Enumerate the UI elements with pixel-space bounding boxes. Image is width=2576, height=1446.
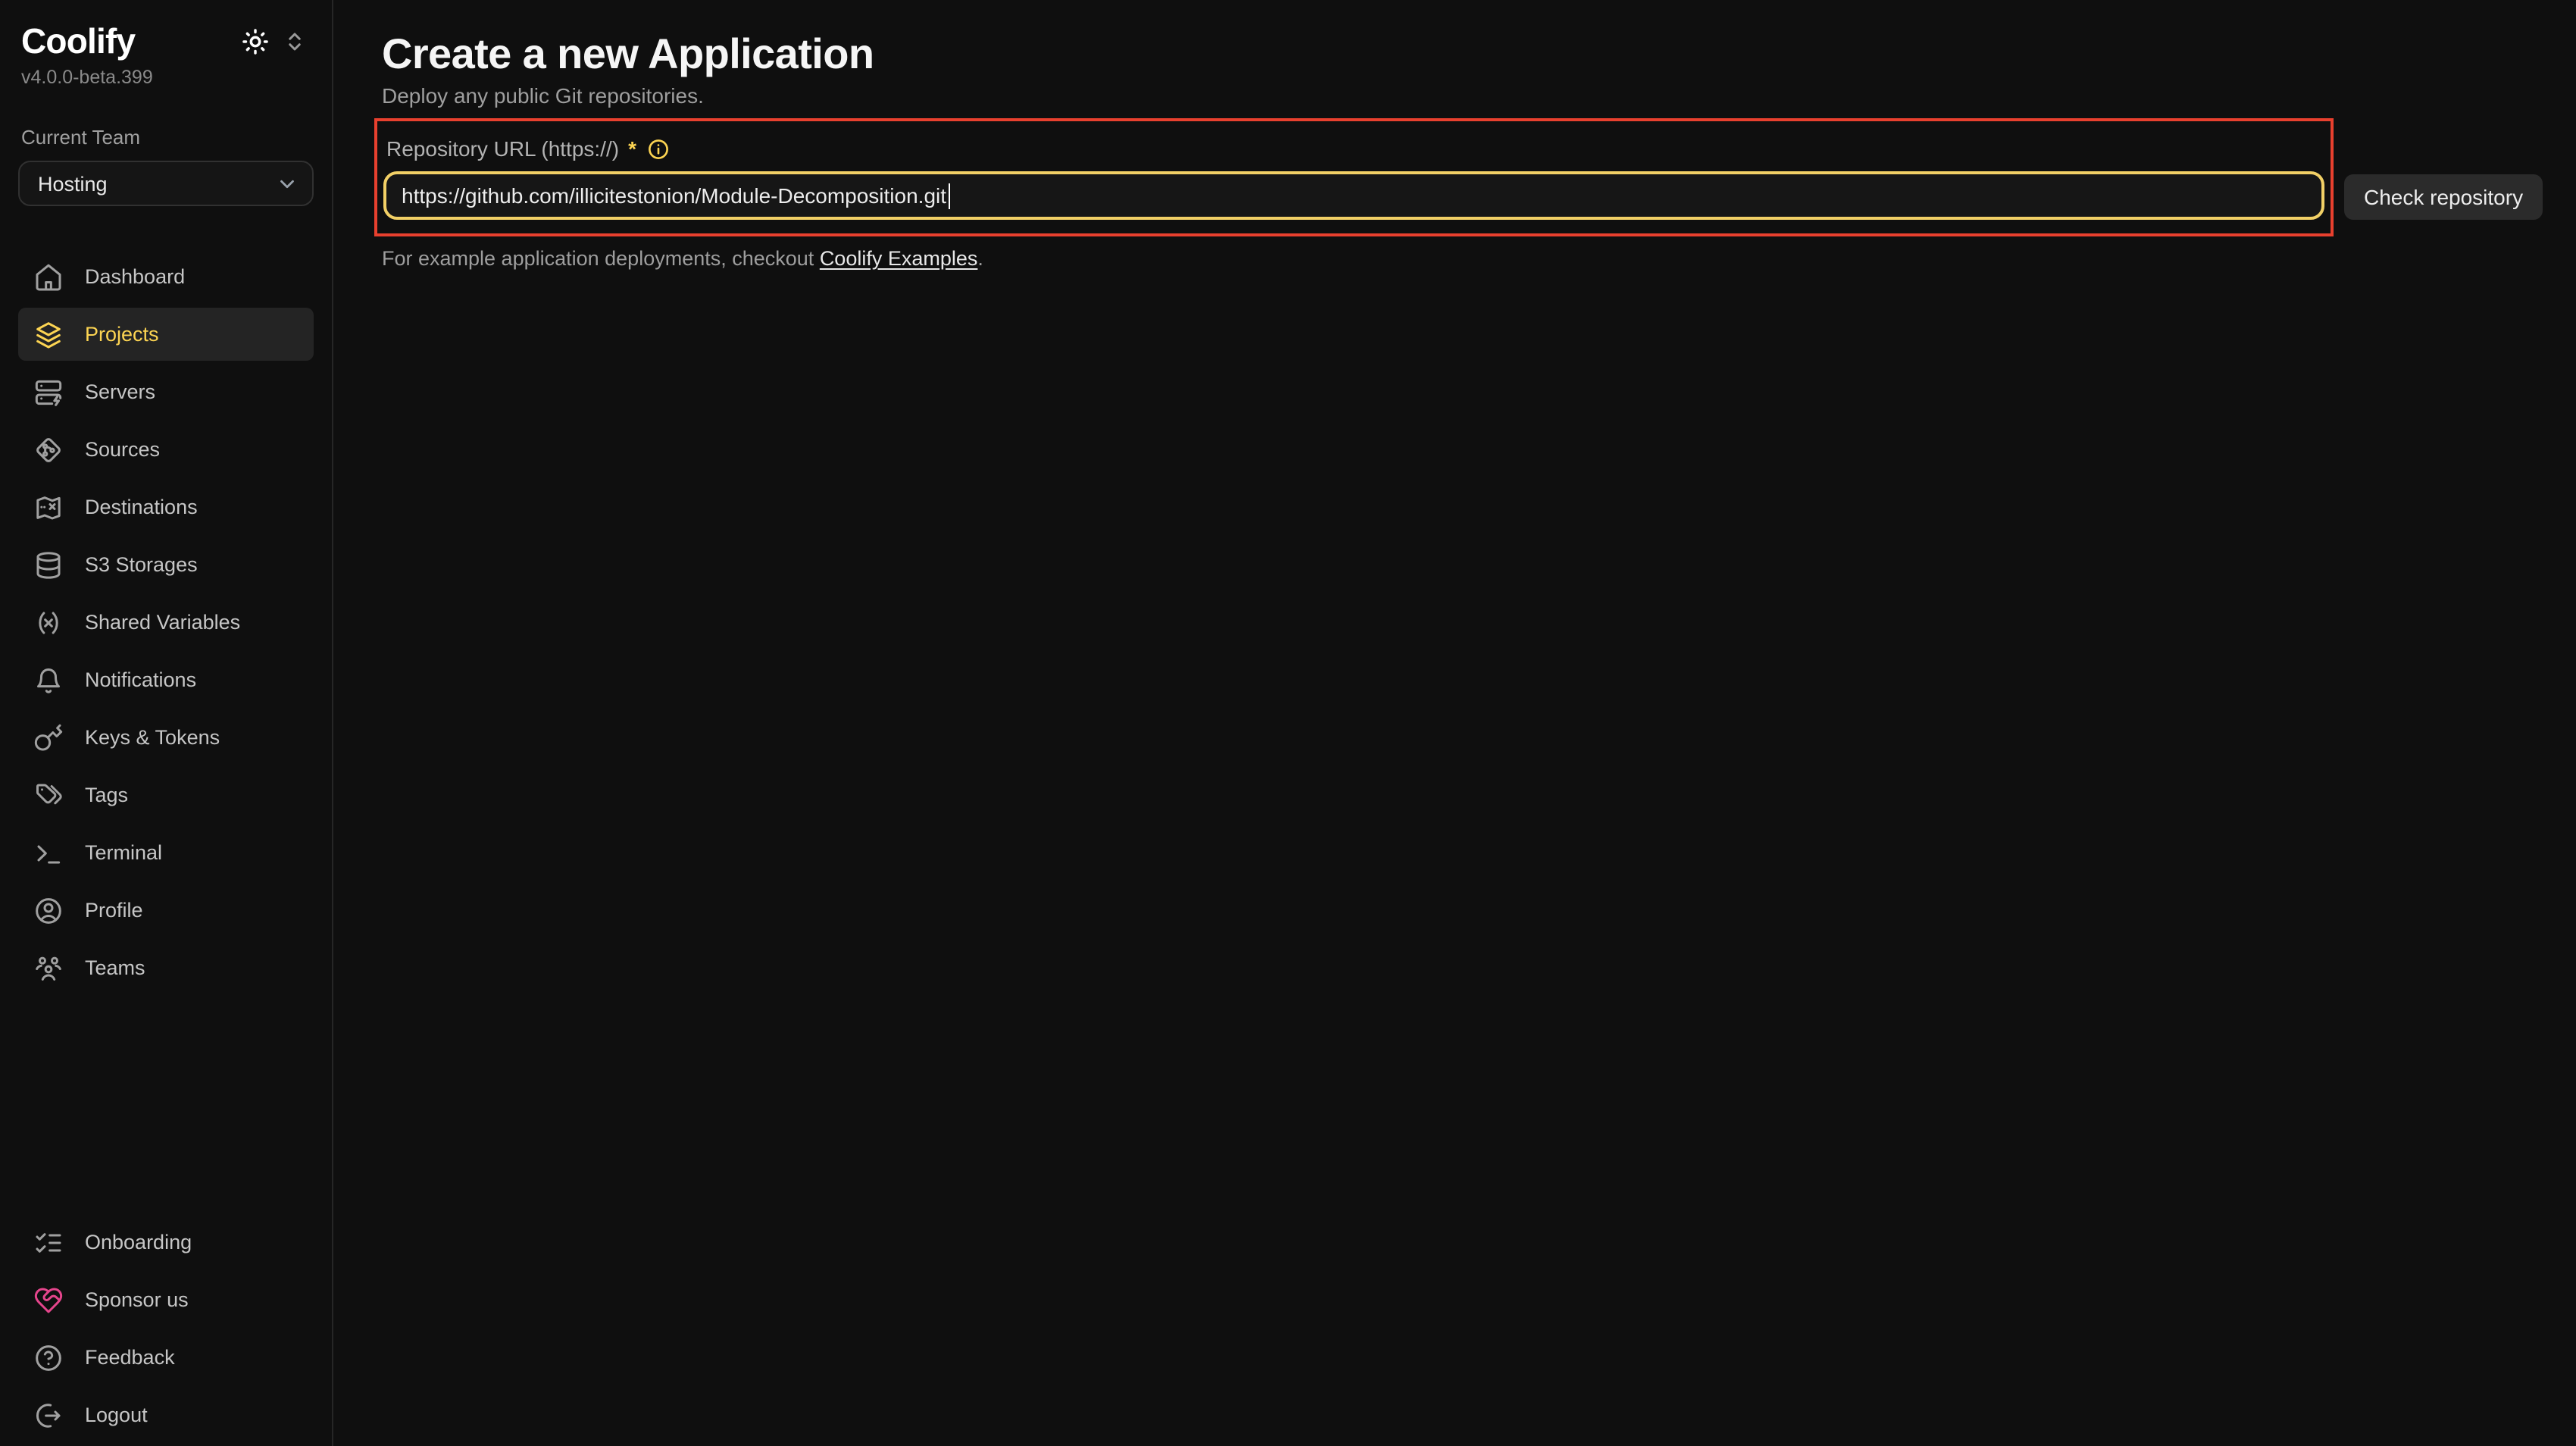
info-icon[interactable]	[647, 137, 670, 160]
database-icon	[33, 549, 64, 580]
sidebar-item-keys-tokens[interactable]: Keys & Tokens	[18, 711, 314, 764]
coolify-examples-link[interactable]: Coolify Examples	[820, 247, 978, 270]
sidebar-nav: Dashboard Projects	[18, 250, 314, 994]
sidebar-item-sources[interactable]: Sources	[18, 423, 314, 476]
sidebar-item-notifications[interactable]: Notifications	[18, 653, 314, 706]
sidebar-item-feedback[interactable]: Feedback	[18, 1331, 314, 1384]
sidebar-item-shared-variables[interactable]: Shared Variables	[18, 596, 314, 649]
sidebar-item-onboarding[interactable]: Onboarding	[18, 1216, 314, 1269]
sidebar-item-label: Tags	[85, 784, 128, 806]
sidebar-item-label: Onboarding	[85, 1231, 192, 1254]
sidebar-item-projects[interactable]: Projects	[18, 308, 314, 361]
app-logo: Coolify	[21, 21, 135, 62]
helper-prefix: For example application deployments, che…	[382, 247, 820, 270]
sidebar-header-icons	[241, 27, 314, 56]
app-version: v4.0.0-beta.399	[18, 67, 314, 88]
sidebar: Coolify v4.0.0-beta.399 Current Team Hos…	[0, 0, 333, 1446]
sidebar-bottom-nav: Onboarding Sponsor us	[18, 1216, 314, 1443]
theme-sun-icon[interactable]	[241, 27, 270, 56]
logout-icon	[33, 1400, 64, 1430]
repository-url-label: Repository URL (https://)	[386, 133, 619, 164]
check-repository-button[interactable]: Check repository	[2344, 174, 2543, 220]
sidebar-item-s3-storages[interactable]: S3 Storages	[18, 538, 314, 591]
server-icon	[33, 377, 64, 407]
sidebar-item-destinations[interactable]: Destinations	[18, 480, 314, 534]
help-circle-icon	[33, 1342, 64, 1372]
sidebar-item-label: Notifications	[85, 668, 196, 691]
sidebar-item-label: Projects	[85, 323, 159, 346]
heart-handshake-icon	[33, 1285, 64, 1315]
key-icon	[33, 722, 64, 753]
sidebar-item-sponsor-us[interactable]: Sponsor us	[18, 1273, 314, 1326]
map-icon	[33, 492, 64, 522]
sidebar-item-label: Keys & Tokens	[85, 726, 220, 749]
repository-url-input[interactable]: https://github.com/illicitestonion/Modul…	[383, 171, 2324, 220]
team-select[interactable]: Hosting	[18, 161, 314, 206]
sidebar-header: Coolify	[18, 21, 314, 62]
sidebar-item-dashboard[interactable]: Dashboard	[18, 250, 314, 303]
highlighted-field-group: Repository URL (https://) * https://gith…	[374, 118, 2334, 236]
sidebar-item-label: Servers	[85, 380, 155, 403]
sidebar-item-label: Dashboard	[85, 265, 185, 288]
text-caret	[948, 183, 950, 208]
repository-url-value: https://github.com/illicitestonion/Modul…	[402, 183, 946, 208]
current-team-label: Current Team	[18, 126, 314, 149]
helper-text: For example application deployments, che…	[382, 247, 2576, 270]
app-window: Coolify v4.0.0-beta.399 Current Team Hos…	[0, 0, 2576, 1446]
repository-url-label-row: Repository URL (https://) *	[383, 133, 2324, 164]
sidebar-item-label: Feedback	[85, 1346, 175, 1369]
required-marker: *	[628, 133, 636, 164]
page-subtitle: Deploy any public Git repositories.	[382, 85, 2576, 106]
bell-icon	[33, 665, 64, 695]
tags-icon	[33, 780, 64, 810]
home-icon	[33, 261, 64, 292]
users-icon	[33, 953, 64, 983]
sidebar-item-tags[interactable]: Tags	[18, 768, 314, 822]
helper-suffix: .	[977, 247, 983, 270]
sidebar-item-logout[interactable]: Logout	[18, 1388, 314, 1441]
variable-icon	[33, 607, 64, 637]
page-title: Create a new Application	[382, 30, 2576, 79]
sidebar-item-label: Logout	[85, 1404, 148, 1426]
sidebar-item-label: S3 Storages	[85, 553, 198, 576]
sidebar-item-label: Sources	[85, 438, 160, 461]
sidebar-item-label: Terminal	[85, 841, 162, 864]
sidebar-item-terminal[interactable]: Terminal	[18, 826, 314, 879]
checklist-icon	[33, 1227, 64, 1257]
repository-form: Repository URL (https://) * https://gith…	[374, 118, 2576, 236]
sidebar-item-teams[interactable]: Teams	[18, 941, 314, 994]
sidebar-item-servers[interactable]: Servers	[18, 365, 314, 418]
sidebar-item-label: Profile	[85, 899, 143, 922]
sidebar-item-label: Teams	[85, 956, 145, 979]
sidebar-item-label: Destinations	[85, 496, 198, 518]
layers-icon	[33, 319, 64, 349]
main-content: Create a new Application Deploy any publ…	[335, 0, 2576, 1446]
git-source-icon	[33, 434, 64, 465]
chevrons-up-down-icon[interactable]	[283, 30, 306, 53]
chevron-down-icon	[276, 172, 299, 195]
sidebar-item-profile[interactable]: Profile	[18, 884, 314, 937]
team-select-value: Hosting	[38, 172, 108, 195]
terminal-icon	[33, 837, 64, 868]
sidebar-item-label: Sponsor us	[85, 1288, 189, 1311]
user-circle-icon	[33, 895, 64, 925]
sidebar-item-label: Shared Variables	[85, 611, 240, 634]
